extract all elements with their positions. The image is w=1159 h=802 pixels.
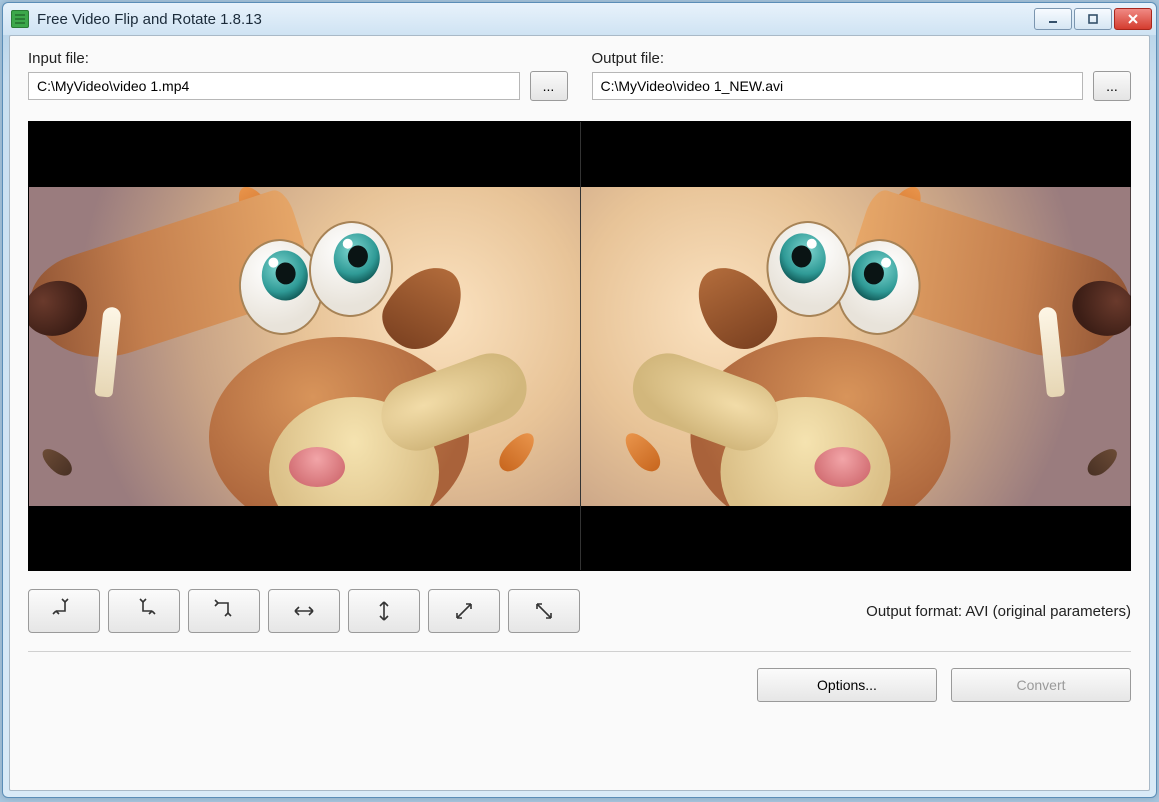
- browse-input-button[interactable]: ...: [530, 71, 568, 101]
- output-format-label: Output format: AVI (original parameters): [866, 603, 1131, 620]
- flip-diagonal-tlbr-icon: [450, 597, 478, 625]
- preview-original: [29, 187, 580, 506]
- output-file-row: ...: [592, 71, 1132, 101]
- tool-buttons: [28, 589, 580, 633]
- rotate-180-icon: [210, 597, 238, 625]
- app-window: Free Video Flip and Rotate 1.8.13 Input …: [2, 2, 1157, 798]
- output-file-field[interactable]: [592, 72, 1084, 100]
- titlebar[interactable]: Free Video Flip and Rotate 1.8.13: [3, 3, 1156, 35]
- rotate-ccw-90-icon: [50, 597, 78, 625]
- flip-diagonal-trbl-icon: [530, 597, 558, 625]
- rotate-cw-90-button[interactable]: [108, 589, 180, 633]
- file-row: Input file: ... Output file: ...: [28, 50, 1131, 101]
- flip-vertical-icon: [370, 597, 398, 625]
- preview-result: [580, 187, 1131, 506]
- input-file-field[interactable]: [28, 72, 520, 100]
- window-controls: [1034, 8, 1152, 30]
- app-icon: [11, 10, 29, 28]
- flip-diagonal-trbl-button[interactable]: [508, 589, 580, 633]
- close-button[interactable]: [1114, 8, 1152, 30]
- rotate-cw-90-icon: [130, 597, 158, 625]
- client-area: Input file: ... Output file: ...: [9, 35, 1150, 791]
- rotate-180-button[interactable]: [188, 589, 260, 633]
- convert-button[interactable]: Convert: [951, 668, 1131, 702]
- output-file-group: Output file: ...: [592, 50, 1132, 101]
- input-file-row: ...: [28, 71, 568, 101]
- browse-output-button[interactable]: ...: [1093, 71, 1131, 101]
- input-file-group: Input file: ...: [28, 50, 568, 101]
- preview-divider: [580, 122, 581, 570]
- maximize-button[interactable]: [1074, 8, 1112, 30]
- flip-horizontal-button[interactable]: [268, 589, 340, 633]
- rotate-ccw-90-button[interactable]: [28, 589, 100, 633]
- video-preview: [28, 121, 1131, 571]
- transform-toolbar: Output format: AVI (original parameters): [28, 589, 1131, 633]
- input-file-label: Input file:: [28, 50, 568, 67]
- minimize-icon: [1046, 12, 1060, 26]
- separator: [28, 651, 1131, 652]
- output-file-label: Output file:: [592, 50, 1132, 67]
- flip-vertical-button[interactable]: [348, 589, 420, 633]
- flip-diagonal-tlbr-button[interactable]: [428, 589, 500, 633]
- flip-horizontal-icon: [290, 597, 318, 625]
- options-button[interactable]: Options...: [757, 668, 937, 702]
- minimize-button[interactable]: [1034, 8, 1072, 30]
- bottom-buttons: Options... Convert: [28, 668, 1131, 702]
- close-icon: [1126, 12, 1140, 26]
- window-title: Free Video Flip and Rotate 1.8.13: [37, 11, 262, 28]
- maximize-icon: [1086, 12, 1100, 26]
